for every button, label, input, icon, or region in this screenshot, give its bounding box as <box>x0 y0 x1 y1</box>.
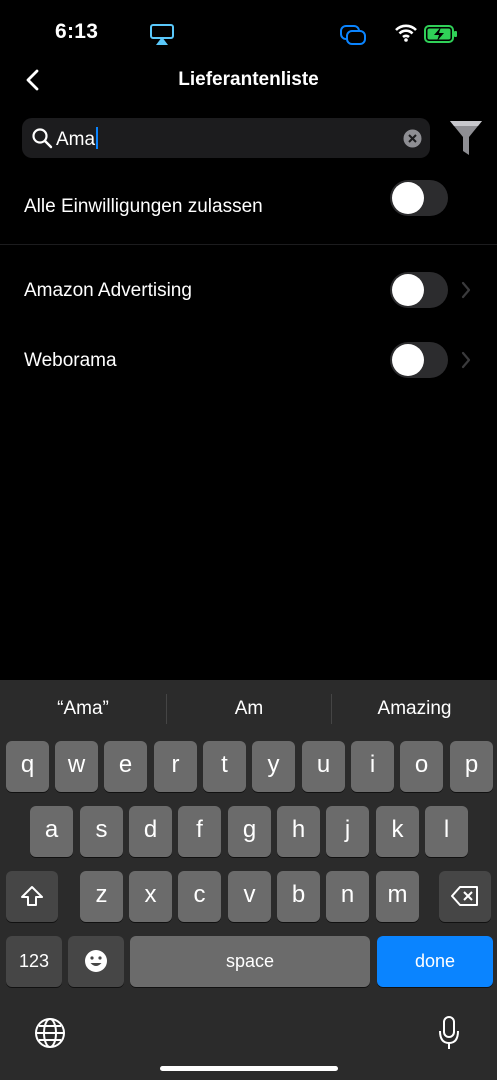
toggle-knob <box>392 344 424 376</box>
backspace-icon <box>451 886 478 906</box>
key-t[interactable]: t <box>203 741 246 792</box>
delete-key[interactable] <box>439 871 491 922</box>
key-q[interactable]: q <box>6 741 49 792</box>
filter-button[interactable] <box>449 119 483 162</box>
key-v[interactable]: v <box>228 871 271 922</box>
key-h[interactable]: h <box>277 806 320 857</box>
emoji-icon <box>85 950 107 972</box>
clear-search-icon[interactable] <box>403 129 422 153</box>
key-y[interactable]: y <box>252 741 295 792</box>
key-x[interactable]: x <box>129 871 172 922</box>
battery-charging-icon <box>424 25 458 48</box>
screen-mirroring-icon <box>339 24 367 51</box>
key-c[interactable]: c <box>178 871 221 922</box>
vendor-label-weborama[interactable]: Weborama <box>24 350 117 372</box>
globe-key[interactable] <box>34 1017 66 1054</box>
chevron-right-icon <box>461 281 471 299</box>
key-i[interactable]: i <box>351 741 394 792</box>
numbers-key[interactable]: 123 <box>6 936 62 987</box>
key-u[interactable]: u <box>302 741 345 792</box>
suggestion-quoted[interactable]: “Ama” <box>0 698 166 720</box>
allow-all-toggle[interactable] <box>390 180 448 216</box>
toggle-knob <box>392 274 424 306</box>
key-p[interactable]: p <box>450 741 493 792</box>
space-key[interactable]: space <box>130 936 370 987</box>
microphone-icon <box>439 1016 459 1049</box>
suggestion-am[interactable]: Am <box>167 698 331 720</box>
shift-icon <box>21 886 43 906</box>
globe-icon <box>35 1018 65 1048</box>
key-s[interactable]: s <box>80 806 123 857</box>
key-j[interactable]: j <box>326 806 369 857</box>
key-d[interactable]: d <box>129 806 172 857</box>
filter-funnel-icon <box>450 121 482 155</box>
suggestion-amazing[interactable]: Amazing <box>332 698 497 720</box>
shift-key[interactable] <box>6 871 58 922</box>
allow-all-label: Alle Einwilligungen zulassen <box>24 196 263 217</box>
key-o[interactable]: o <box>400 741 443 792</box>
toggle-knob <box>392 182 424 214</box>
text-caret <box>96 127 99 149</box>
emoji-key[interactable] <box>68 936 124 987</box>
key-b[interactable]: b <box>277 871 320 922</box>
chevron-right-icon <box>461 351 471 369</box>
done-key[interactable]: done <box>377 936 493 987</box>
key-a[interactable]: a <box>30 806 73 857</box>
vendor-details-weborama[interactable] <box>461 351 471 374</box>
home-indicator[interactable] <box>160 1066 338 1071</box>
dictation-key[interactable] <box>438 1015 460 1056</box>
search-field[interactable]: Ama <box>22 118 430 158</box>
key-z[interactable]: z <box>80 871 123 922</box>
status-time: 6:13 <box>55 20 99 43</box>
vendor-toggle-weborama[interactable] <box>390 342 448 378</box>
search-input-text: Ama <box>56 129 96 150</box>
key-e[interactable]: e <box>104 741 147 792</box>
key-m[interactable]: m <box>376 871 419 922</box>
vendor-toggle-amazon[interactable] <box>390 272 448 308</box>
key-g[interactable]: g <box>228 806 271 857</box>
key-n[interactable]: n <box>326 871 369 922</box>
search-icon <box>31 127 53 154</box>
key-l[interactable]: l <box>425 806 468 857</box>
vendor-label-amazon[interactable]: Amazon Advertising <box>24 280 192 302</box>
key-f[interactable]: f <box>178 806 221 857</box>
divider <box>0 244 497 245</box>
vendor-details-amazon[interactable] <box>461 281 471 304</box>
wifi-icon <box>395 24 417 47</box>
key-r[interactable]: r <box>154 741 197 792</box>
key-w[interactable]: w <box>55 741 98 792</box>
search-input[interactable]: Ama <box>56 127 99 151</box>
page-title: Lieferantenliste <box>178 69 319 90</box>
airplay-icon <box>150 24 174 51</box>
key-k[interactable]: k <box>376 806 419 857</box>
